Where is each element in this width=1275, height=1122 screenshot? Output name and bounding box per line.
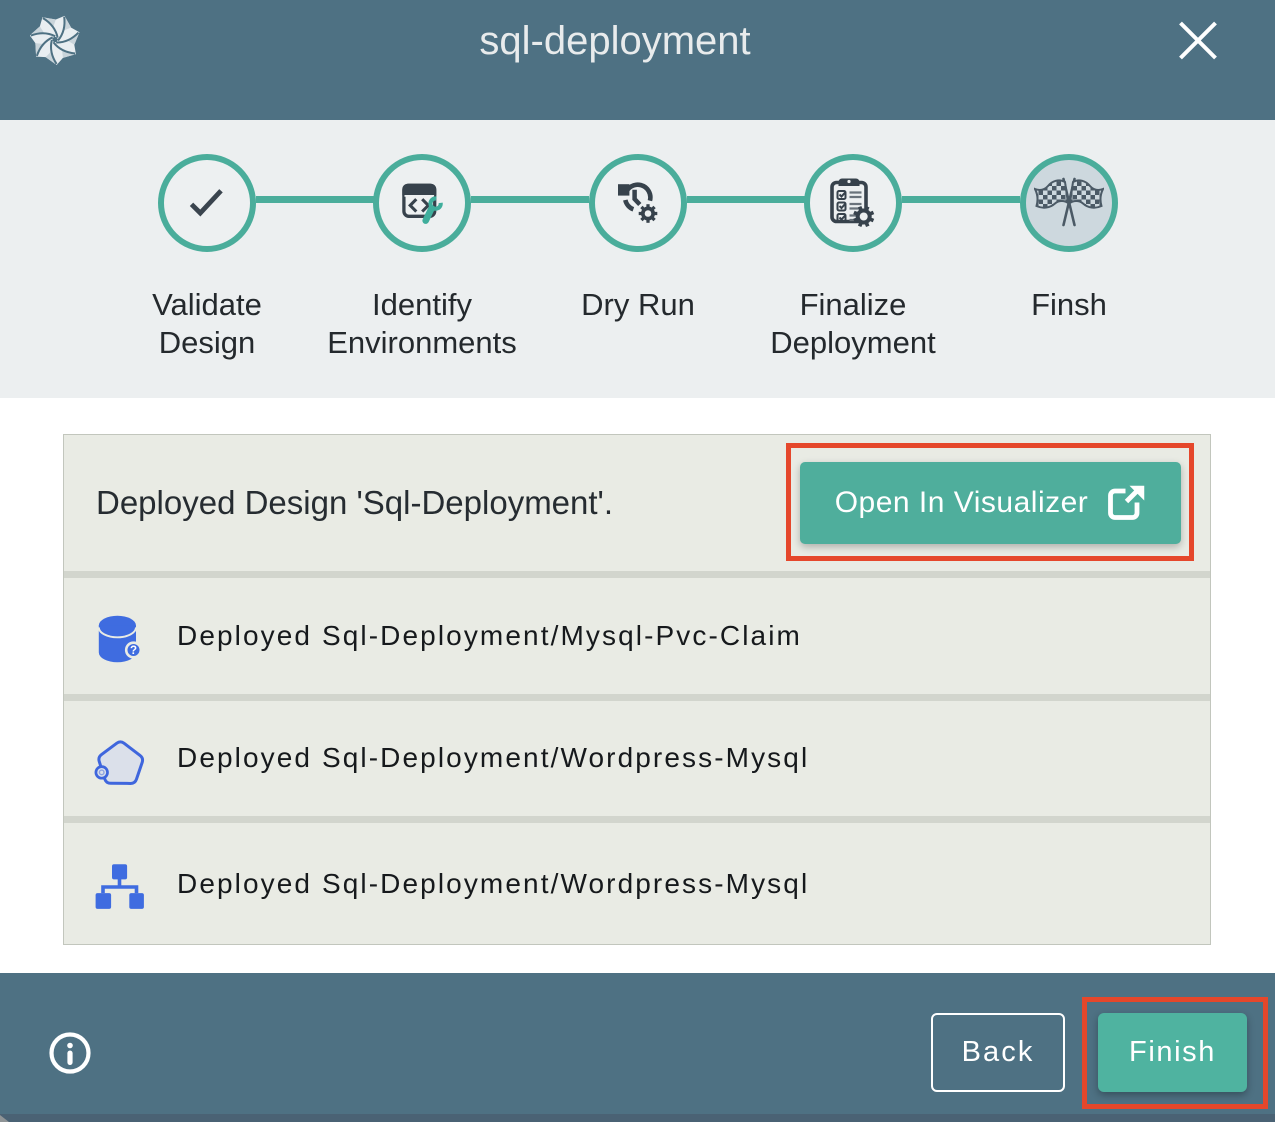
svg-text:?: ? xyxy=(130,645,137,657)
